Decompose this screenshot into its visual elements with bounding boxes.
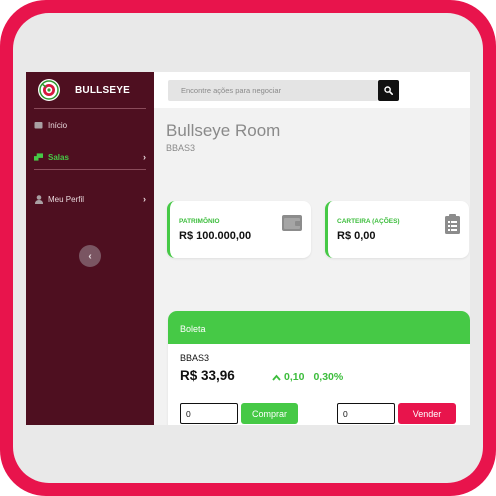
bullseye-logo <box>38 79 60 101</box>
screen-area: BULLSEYE Início Salas › Meu Perfil › ‹ E… <box>13 13 483 483</box>
chevron-left-icon: ‹ <box>88 250 92 262</box>
sidebar-collapse-button[interactable]: ‹ <box>79 245 101 267</box>
sidebar-item-salas[interactable]: Salas › <box>34 148 146 166</box>
sell-button[interactable]: Vender <box>398 403 456 424</box>
wallet-icon <box>282 214 302 236</box>
chevron-right-icon: › <box>143 152 146 162</box>
sidebar-item-label: Meu Perfil <box>48 194 85 204</box>
sidebar-divider <box>34 108 146 109</box>
search-icon <box>384 86 393 95</box>
app-window: BULLSEYE Início Salas › Meu Perfil › ‹ E… <box>26 72 470 425</box>
boleta-header: Boleta <box>168 311 470 344</box>
search-input[interactable]: Encontre ações para negociar <box>168 80 378 101</box>
patrimonio-card: PATRIMÔNIO R$ 100.000,00 <box>167 201 311 258</box>
brand-name: BULLSEYE <box>75 84 130 96</box>
home-icon <box>34 121 43 130</box>
sidebar-item-meu-perfil[interactable]: Meu Perfil › <box>34 190 146 208</box>
price-change: 0,10 0,30% <box>272 371 343 383</box>
search-placeholder: Encontre ações para negociar <box>181 86 282 95</box>
device-frame: BULLSEYE Início Salas › Meu Perfil › ‹ E… <box>0 0 496 496</box>
boleta-ticker: BBAS3 <box>180 353 210 363</box>
buy-quantity-input[interactable]: 0 <box>180 403 238 424</box>
sidebar: BULLSEYE Início Salas › Meu Perfil › ‹ <box>26 72 154 425</box>
card-value: R$ 100.000,00 <box>179 230 252 242</box>
card-value: R$ 0,00 <box>337 230 376 242</box>
brand[interactable]: BULLSEYE <box>26 72 154 108</box>
sidebar-divider <box>34 169 146 170</box>
card-label: CARTEIRA (AÇÕES) <box>337 218 400 225</box>
top-bar: Encontre ações para negociar <box>154 72 470 108</box>
page-subtitle-ticker: BBAS3 <box>166 143 196 153</box>
arrow-up-icon <box>272 374 281 381</box>
user-icon <box>34 194 43 204</box>
sell-quantity-input[interactable]: 0 <box>337 403 395 424</box>
boleta-panel: Boleta BBAS3 R$ 33,96 0,10 0,30% 0 Compr… <box>168 311 470 425</box>
buy-button[interactable]: Comprar <box>241 403 298 424</box>
main-content: Bullseye Room BBAS3 PATRIMÔNIO R$ 100.00… <box>154 108 470 425</box>
sidebar-item-label: Salas <box>48 152 69 162</box>
sidebar-item-label: Início <box>48 120 68 130</box>
card-label: PATRIMÔNIO <box>179 218 220 225</box>
sidebar-item-inicio[interactable]: Início <box>34 116 146 134</box>
change-percent: 0,30% <box>313 371 344 383</box>
chevron-right-icon: › <box>143 194 146 204</box>
page-title: Bullseye Room <box>166 121 281 140</box>
change-value: 0,10 <box>284 371 305 383</box>
carteira-card: CARTEIRA (AÇÕES) R$ 0,00 <box>325 201 469 258</box>
boleta-price: R$ 33,96 <box>180 368 235 383</box>
search-button[interactable] <box>378 80 399 101</box>
clipboard-icon <box>445 214 460 239</box>
rooms-icon <box>34 153 43 162</box>
